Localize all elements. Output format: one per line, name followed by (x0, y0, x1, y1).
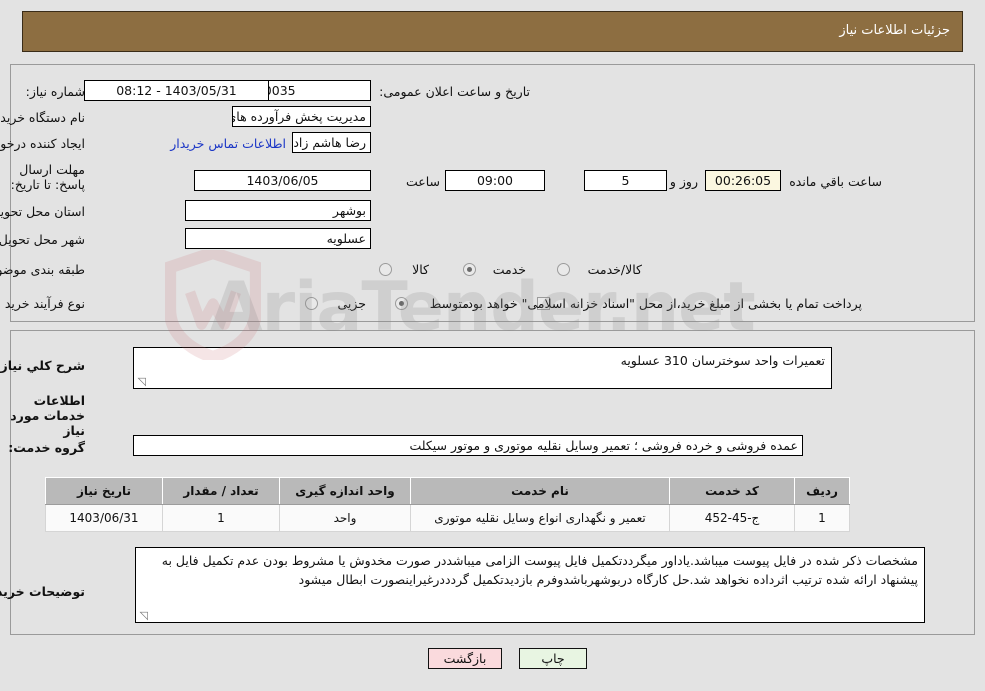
col-need-date: تاریخ نیاز (45, 477, 163, 505)
table-row: 1 ج-45-452 تعمیر و نگهداری انواع وسایل ن… (45, 504, 850, 532)
table-header-row: ردیف کد خدمت نام خدمت واحد اندازه گیری ت… (45, 477, 850, 505)
deadline-days-label: روز و (669, 174, 698, 189)
service-group-value: عمده فروشی و خرده فروشی ؛ تعمیر وسایل نق… (133, 435, 803, 456)
print-button[interactable]: چاپ (519, 648, 587, 669)
col-name: نام خدمت (410, 477, 670, 505)
back-button[interactable]: بازگشت (428, 648, 502, 669)
radio-purchase-jozei[interactable] (305, 297, 318, 310)
requester-value: رضا هاشم زاده رئیس برنامه ریزی مدیریت پخ… (292, 132, 371, 153)
general-desc-textarea[interactable]: تعمیرات واحد سوخترسان 310 عسلویه ◹ (133, 347, 832, 389)
radio-category-khedmat-label: خدمت (492, 262, 526, 277)
resize-grip-icon: ◹ (137, 375, 146, 388)
need-summary-panel (10, 64, 975, 322)
cell-name: تعمیر و نگهداری انواع وسایل نقلیه موتوری (410, 504, 670, 532)
radio-category-kala-khedmat[interactable] (557, 263, 570, 276)
announce-datetime-label: تاریخ و ساعت اعلان عمومی: (379, 84, 530, 99)
deadline-time-value: 09:00 (445, 170, 545, 191)
col-code: کد خدمت (669, 477, 795, 505)
radio-purchase-jozei-label: جزیی (337, 296, 366, 311)
city-label: شهر محل تحویل: (0, 232, 85, 247)
cell-quantity: 1 (162, 504, 280, 532)
page-title-bar: جزئیات اطلاعات نیاز (22, 11, 963, 52)
radio-category-kala-label: کالا (412, 262, 429, 277)
general-desc-label: شرح کلي نیاز: (0, 358, 85, 373)
resize-grip-icon: ◹ (139, 609, 148, 622)
radio-category-khedmat[interactable] (463, 263, 476, 276)
deadline-label: مهلت ارسال پاسخ: تا تاریخ: (10, 162, 85, 192)
deadline-time-label: ساعت (405, 174, 440, 189)
requester-label: ایجاد کننده درخواست: (0, 136, 85, 151)
radio-category-kala-khedmat-label: کالا/خدمت (587, 262, 642, 277)
buyer-org-label: نام دستگاه خریدار: (0, 110, 85, 125)
general-desc-value: تعمیرات واحد سوخترسان 310 عسلویه (620, 353, 825, 368)
need-number-label: شماره نیاز: (25, 84, 85, 99)
province-value: بوشهر (185, 200, 371, 221)
province-label: استان محل تحویل: (0, 204, 85, 219)
cell-need-date: 1403/06/31 (45, 504, 163, 532)
deadline-countdown-label: ساعت باقي مانده (789, 174, 882, 189)
announce-datetime-value: 1403/05/31 - 08:12 (84, 80, 269, 101)
service-group-label: گروه خدمت: (8, 440, 85, 455)
buyer-notes-textarea[interactable]: مشخصات ذکر شده در فایل پیوست میباشد.یادا… (135, 547, 925, 623)
col-unit: واحد اندازه گیری (279, 477, 411, 505)
col-row: ردیف (794, 477, 850, 505)
deadline-countdown-value: 00:26:05 (705, 170, 781, 191)
cell-unit: واحد (279, 504, 411, 532)
page-title: جزئیات اطلاعات نیاز (839, 23, 950, 38)
deadline-days-value: 5 (584, 170, 667, 191)
purchase-type-label: نوع فرآیند خرید : (0, 296, 85, 311)
treasury-bonds-note: پرداخت تمام یا بخشی از مبلغ خرید،از محل … (463, 296, 862, 311)
services-section-heading: اطلاعات خدمات مورد نیاز (10, 393, 85, 438)
buyer-contact-link[interactable]: اطلاعات تماس خریدار (170, 136, 286, 151)
col-quantity: تعداد / مقدار (162, 477, 280, 505)
category-label: طبقه بندی موضوعی: (0, 262, 85, 277)
radio-category-kala[interactable] (379, 263, 392, 276)
cell-code: ج-45-452 (669, 504, 795, 532)
radio-purchase-motevaset[interactable] (395, 297, 408, 310)
cell-row: 1 (794, 504, 850, 532)
city-value: عسلویه (185, 228, 371, 249)
buyer-notes-label: توضیحات خریدار: (0, 584, 85, 599)
deadline-date-value: 1403/06/05 (194, 170, 371, 191)
buyer-org-value: مدیریت پخش فرآورده های نفتی منطقه بوشهر (232, 106, 371, 127)
buyer-notes-value: مشخصات ذکر شده در فایل پیوست میباشد.یادا… (161, 553, 918, 587)
services-table: ردیف کد خدمت نام خدمت واحد اندازه گیری ت… (45, 477, 850, 532)
